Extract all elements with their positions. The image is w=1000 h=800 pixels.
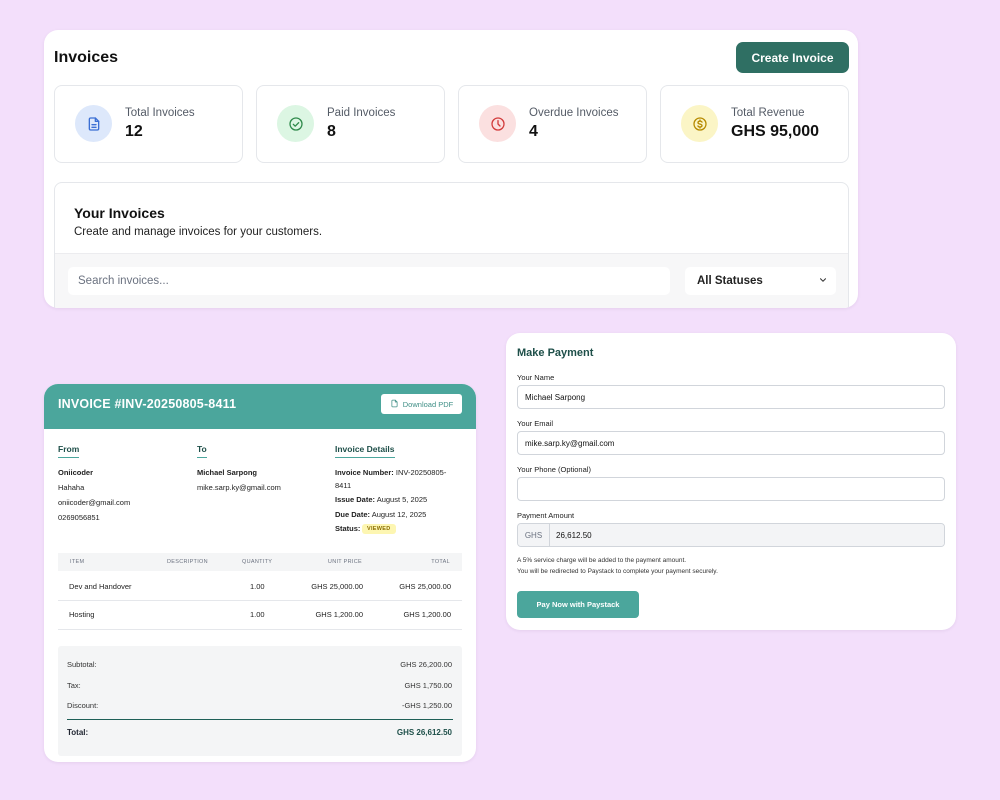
column-header-total: TOTAL <box>431 559 450 565</box>
item-quantity: 1.00 <box>250 582 265 591</box>
stat-card-total-invoices: Total Invoices 12 <box>54 85 243 163</box>
totals-section: Subtotal: GHS 26,200.00 Tax: GHS 1,750.0… <box>58 646 462 756</box>
document-icon <box>75 105 112 142</box>
to-name: Michael Sarpong <box>197 468 258 477</box>
panel-title: Your Invoices <box>74 205 165 221</box>
name-field[interactable] <box>517 385 945 409</box>
items-table-header: ITEM DESCRIPTION QUANTITY UNIT PRICE TOT… <box>58 553 462 571</box>
name-label: Your Name <box>517 373 555 382</box>
invoice-document-card: INVOICE #INV-20250805-8411 Download PDF … <box>44 384 476 762</box>
from-phone: 0269056851 <box>58 513 100 522</box>
stat-label: Total Invoices <box>125 107 195 119</box>
currency-prefix: GHS <box>518 524 550 546</box>
download-pdf-label: Download PDF <box>402 399 454 409</box>
row-divider <box>58 629 462 630</box>
phone-label: Your Phone (Optional) <box>517 465 591 474</box>
due-date-label: Due Date: <box>335 510 371 519</box>
invoice-number-row: Invoice Number: INV-20250805- <box>335 468 446 477</box>
redirect-note: You will be redirected to Paystack to co… <box>517 568 718 575</box>
column-header-quantity: QUANTITY <box>242 559 273 565</box>
item-name: Dev and Handover <box>69 582 132 591</box>
stat-card-paid-invoices: Paid Invoices 8 <box>256 85 445 163</box>
payment-title: Make Payment <box>517 347 594 359</box>
to-email: mike.sarp.ky@gmail.com <box>197 483 281 492</box>
status-label: Status: <box>335 524 361 533</box>
row-divider <box>58 600 462 601</box>
page-title: Invoices <box>54 49 119 66</box>
status-filter-value: All Statuses <box>697 275 763 287</box>
stat-value: 8 <box>327 123 336 140</box>
your-invoices-panel: Your Invoices Create and manage invoices… <box>54 182 849 308</box>
dollar-circle-icon <box>681 105 718 142</box>
subtotal-label: Subtotal: <box>67 660 97 669</box>
phone-field[interactable] <box>517 477 945 501</box>
item-quantity: 1.00 <box>250 610 265 619</box>
make-payment-card: Make Payment Your Name Your Email Your P… <box>506 333 956 630</box>
panel-subtitle: Create and manage invoices for your cust… <box>74 226 323 238</box>
service-charge-note: A 5% service charge will be added to the… <box>517 557 687 564</box>
totals-divider <box>67 719 453 720</box>
invoice-header: INVOICE #INV-20250805-8411 Download PDF <box>44 384 476 429</box>
amount-field[interactable] <box>550 524 944 546</box>
item-total: GHS 25,000.00 <box>399 582 451 591</box>
stat-label: Overdue Invoices <box>529 107 619 119</box>
total-value: GHS 26,612.50 <box>396 728 452 737</box>
amount-label: Payment Amount <box>517 511 575 520</box>
invoice-number-label: Invoice Number: <box>335 468 394 477</box>
tax-value: GHS 1,750.00 <box>404 681 452 690</box>
due-date-value: August 12, 2025 <box>371 510 427 519</box>
issue-date-row: Issue Date: August 5, 2025 <box>335 495 427 504</box>
invoice-number-value-cont: 8411 <box>335 481 352 490</box>
item-total: GHS 1,200.00 <box>403 610 451 619</box>
stat-card-total-revenue: Total Revenue GHS 95,000 <box>660 85 849 163</box>
pay-now-button[interactable]: Pay Now with Paystack <box>517 591 639 618</box>
invoices-dashboard-card: Invoices Create Invoice Total Invoices 1… <box>44 30 858 308</box>
from-name: Oniicoder <box>58 468 94 477</box>
status-badge: VIEWED <box>362 524 396 534</box>
issue-date-value: August 5, 2025 <box>376 495 428 504</box>
stat-value: GHS 95,000 <box>731 123 820 140</box>
check-circle-icon <box>277 105 314 142</box>
total-label: Total: <box>67 728 89 737</box>
stat-card-overdue-invoices: Overdue Invoices 4 <box>458 85 647 163</box>
to-heading: To <box>197 444 207 458</box>
discount-label: Discount: <box>67 701 99 710</box>
discount-value: -GHS 1,250.00 <box>401 701 452 710</box>
from-heading: From <box>58 444 80 458</box>
stat-value: 4 <box>529 123 538 140</box>
create-invoice-button[interactable]: Create Invoice <box>736 42 849 73</box>
subtotal-value: GHS 26,200.00 <box>400 660 452 669</box>
stat-label: Paid Invoices <box>327 107 396 119</box>
issue-date-label: Issue Date: <box>335 495 376 504</box>
stat-label: Total Revenue <box>731 107 805 119</box>
column-header-item: ITEM <box>70 559 85 565</box>
tax-label: Tax: <box>67 681 81 690</box>
email-field[interactable] <box>517 431 945 455</box>
stat-value: 12 <box>125 123 143 140</box>
from-email: oniicoder@gmail.com <box>58 498 131 507</box>
from-line2: Hahaha <box>58 483 85 492</box>
search-input[interactable] <box>68 267 670 295</box>
file-icon <box>390 399 399 410</box>
item-unit-price: GHS 1,200.00 <box>315 610 363 619</box>
download-pdf-button[interactable]: Download PDF <box>381 394 462 414</box>
status-filter-select[interactable]: All Statuses <box>685 267 836 295</box>
clock-icon <box>479 105 516 142</box>
due-date-row: Due Date: August 12, 2025 <box>335 510 426 519</box>
invoice-number-title: INVOICE #INV-20250805-8411 <box>58 397 237 411</box>
amount-field-group: GHS <box>517 523 945 547</box>
invoice-number-value: INV-20250805- <box>395 468 447 477</box>
column-header-unit-price: UNIT PRICE <box>327 559 362 565</box>
item-name: Hosting <box>69 610 95 619</box>
item-unit-price: GHS 25,000.00 <box>311 582 363 591</box>
invoice-details-heading: Invoice Details <box>335 444 395 458</box>
column-header-description: DESCRIPTION <box>167 559 208 565</box>
email-label: Your Email <box>517 419 553 428</box>
chevron-down-icon <box>818 275 828 288</box>
